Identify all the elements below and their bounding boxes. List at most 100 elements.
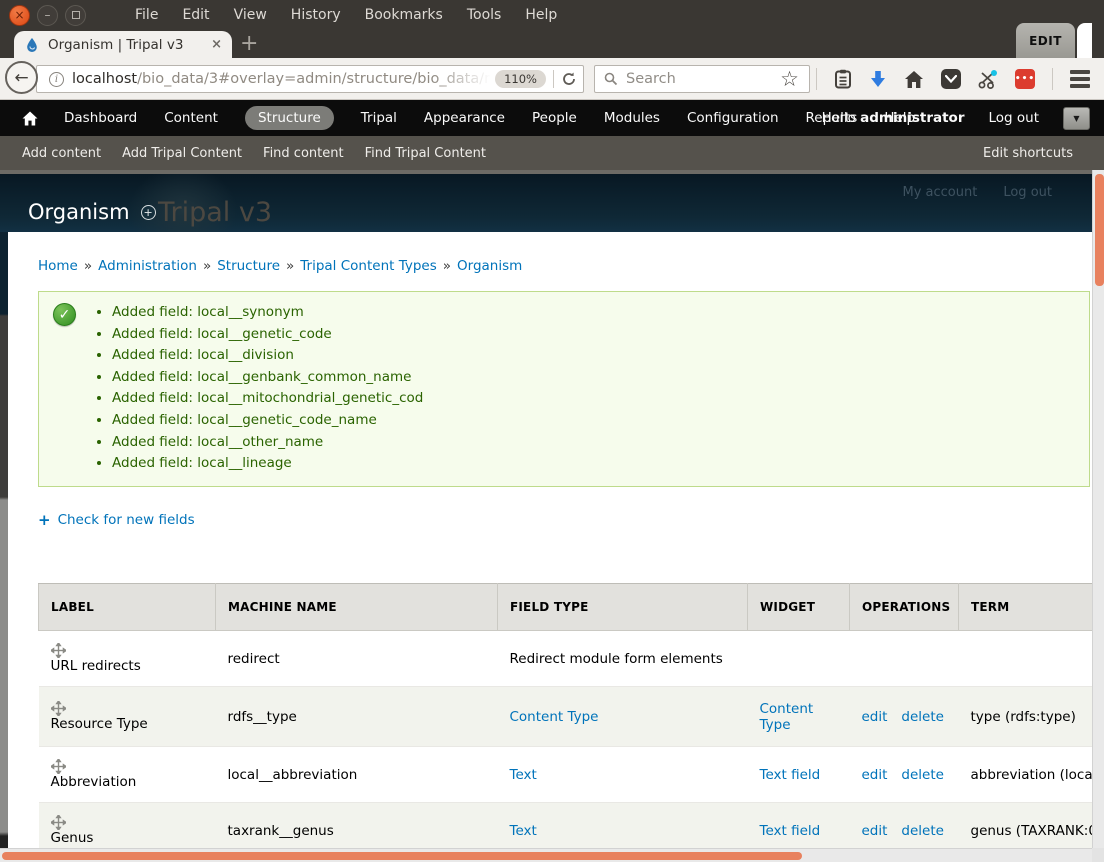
pocket-icon[interactable] — [941, 69, 961, 89]
status-message-list: Added field: local__synonym Added field:… — [112, 302, 1089, 475]
field-type-link[interactable]: Text — [510, 823, 537, 839]
header-term: TERM — [959, 584, 1093, 631]
field-widget-link[interactable]: Content Type — [760, 701, 814, 733]
field-term: type (rdfs:type) — [959, 687, 1093, 747]
menu-history[interactable]: History — [291, 7, 341, 23]
bookmarks-clipboard-icon[interactable] — [834, 69, 852, 89]
drag-handle-icon[interactable] — [51, 815, 204, 830]
table-row: Genus taxrank__genus Text Text field edi… — [39, 803, 1093, 849]
window-minimize-button[interactable]: – — [37, 5, 58, 26]
tab-close-icon[interactable]: × — [211, 37, 222, 52]
page-background-sliver — [0, 232, 8, 848]
back-button[interactable]: ← — [5, 61, 38, 94]
breadcrumb-separator: » — [84, 258, 92, 274]
edit-link[interactable]: edit — [862, 823, 888, 839]
toolbar-toggle-button[interactable]: ▼ — [1063, 107, 1090, 130]
hamburger-menu-icon[interactable] — [1070, 70, 1098, 88]
drag-handle-icon[interactable] — [51, 759, 204, 774]
menu-edit[interactable]: Edit — [182, 7, 209, 23]
field-widget — [748, 631, 850, 687]
downloads-icon[interactable] — [869, 70, 887, 89]
toolbar-item-dashboard[interactable]: Dashboard — [64, 106, 137, 130]
home-icon[interactable] — [904, 70, 924, 89]
shortcut-add-tripal-content[interactable]: Add Tripal Content — [122, 146, 242, 161]
plus-icon: + — [38, 511, 51, 529]
admin-toolbar: Dashboard Content Structure Tripal Appea… — [0, 100, 1104, 136]
field-widget-link[interactable]: Text field — [760, 767, 821, 783]
menu-file[interactable]: File — [135, 7, 158, 23]
header-logout-link[interactable]: Log out — [1003, 185, 1052, 200]
breadcrumb-administration[interactable]: Administration — [98, 258, 197, 274]
shortcut-add-content[interactable]: Add content — [22, 146, 101, 161]
search-bar[interactable]: Search — [594, 65, 810, 93]
breadcrumb-structure[interactable]: Structure — [217, 258, 280, 274]
header-field-type: FIELD TYPE — [498, 584, 748, 631]
window-maximize-button[interactable] — [65, 5, 86, 26]
bookmark-star-icon[interactable]: ☆ — [780, 69, 799, 89]
menu-view[interactable]: View — [234, 7, 267, 23]
menu-bookmarks[interactable]: Bookmarks — [365, 7, 443, 23]
field-type-link[interactable]: Content Type — [510, 709, 599, 725]
password-manager-icon[interactable]: ••• — [1015, 69, 1035, 89]
toolbar-item-modules[interactable]: Modules — [604, 106, 660, 130]
status-message: Added field: local__synonym — [112, 302, 1089, 324]
vertical-scrollbar[interactable] — [1092, 170, 1104, 848]
shortcut-target-icon[interactable]: + — [141, 205, 156, 220]
url-bar[interactable]: i localhost/bio_data/3#overlay=admin/str… — [36, 65, 584, 93]
horizontal-scrollbar-thumb[interactable] — [2, 852, 802, 860]
vertical-scrollbar-thumb[interactable] — [1095, 174, 1104, 286]
screenshot-scissors-icon[interactable] — [978, 69, 998, 89]
breadcrumb-organism[interactable]: Organism — [457, 258, 522, 274]
breadcrumb-home[interactable]: Home — [38, 258, 78, 274]
my-account-link[interactable]: My account — [903, 185, 978, 200]
search-icon — [604, 72, 618, 86]
site-info-icon[interactable]: i — [49, 72, 64, 87]
delete-link[interactable]: delete — [901, 823, 944, 839]
shortcut-find-tripal-content[interactable]: Find Tripal Content — [365, 146, 486, 161]
view-tab-partial[interactable] — [1077, 23, 1092, 58]
shortcut-find-content[interactable]: Find content — [263, 146, 344, 161]
menu-tools[interactable]: Tools — [467, 7, 502, 23]
menu-help[interactable]: Help — [525, 7, 557, 23]
drag-handle-icon[interactable] — [51, 701, 204, 716]
breadcrumb-separator: » — [203, 258, 211, 274]
status-check-icon: ✓ — [53, 303, 76, 326]
horizontal-scrollbar[interactable] — [0, 848, 1104, 862]
edit-tab-button[interactable]: EDIT — [1016, 23, 1075, 58]
toolbar-divider — [816, 68, 817, 90]
admin-home-icon[interactable] — [22, 111, 38, 126]
browser-tab[interactable]: Organism | Tripal v3 × — [14, 31, 232, 58]
field-label: Abbreviation — [51, 774, 137, 790]
field-type-link[interactable]: Text — [510, 767, 537, 783]
url-text[interactable]: localhost/bio_data/3#overlay=admin/struc… — [72, 71, 495, 87]
check-for-new-fields-link[interactable]: Check for new fields — [58, 512, 195, 528]
toolbar-logout-link[interactable]: Log out — [988, 110, 1039, 126]
check-for-new-fields: + Check for new fields — [38, 511, 1092, 529]
header-operations: OPERATIONS — [850, 584, 959, 631]
new-tab-button[interactable]: + — [240, 33, 258, 55]
breadcrumb-tripal-content-types[interactable]: Tripal Content Types — [300, 258, 436, 274]
drag-handle-icon[interactable] — [51, 643, 204, 658]
toolbar-item-tripal[interactable]: Tripal — [361, 106, 397, 130]
edit-shortcuts-link[interactable]: Edit shortcuts — [983, 146, 1073, 161]
breadcrumb-separator: » — [286, 258, 294, 274]
edit-link[interactable]: edit — [862, 709, 888, 725]
window-close-button[interactable]: × — [9, 5, 30, 26]
delete-link[interactable]: delete — [901, 767, 944, 783]
page-title: Organism + — [28, 200, 156, 224]
table-header-row: LABEL MACHINE NAME FIELD TYPE WIDGET OPE… — [39, 584, 1093, 631]
status-message: Added field: local__genetic_code — [112, 324, 1089, 346]
delete-link[interactable]: delete — [901, 709, 944, 725]
toolbar-divider — [1052, 68, 1053, 90]
zoom-level-badge[interactable]: 110% — [495, 70, 546, 88]
toolbar-item-structure[interactable]: Structure — [245, 106, 334, 130]
toolbar-item-content[interactable]: Content — [164, 106, 218, 130]
toolbar-item-configuration[interactable]: Configuration — [687, 106, 779, 130]
toolbar-item-people[interactable]: People — [532, 106, 577, 130]
status-message-box: ✓ Added field: local__synonym Added fiel… — [38, 291, 1090, 487]
field-widget-link[interactable]: Text field — [760, 823, 821, 839]
reload-icon[interactable] — [561, 71, 577, 87]
toolbar-item-appearance[interactable]: Appearance — [424, 106, 505, 130]
field-term — [959, 631, 1093, 687]
edit-link[interactable]: edit — [862, 767, 888, 783]
